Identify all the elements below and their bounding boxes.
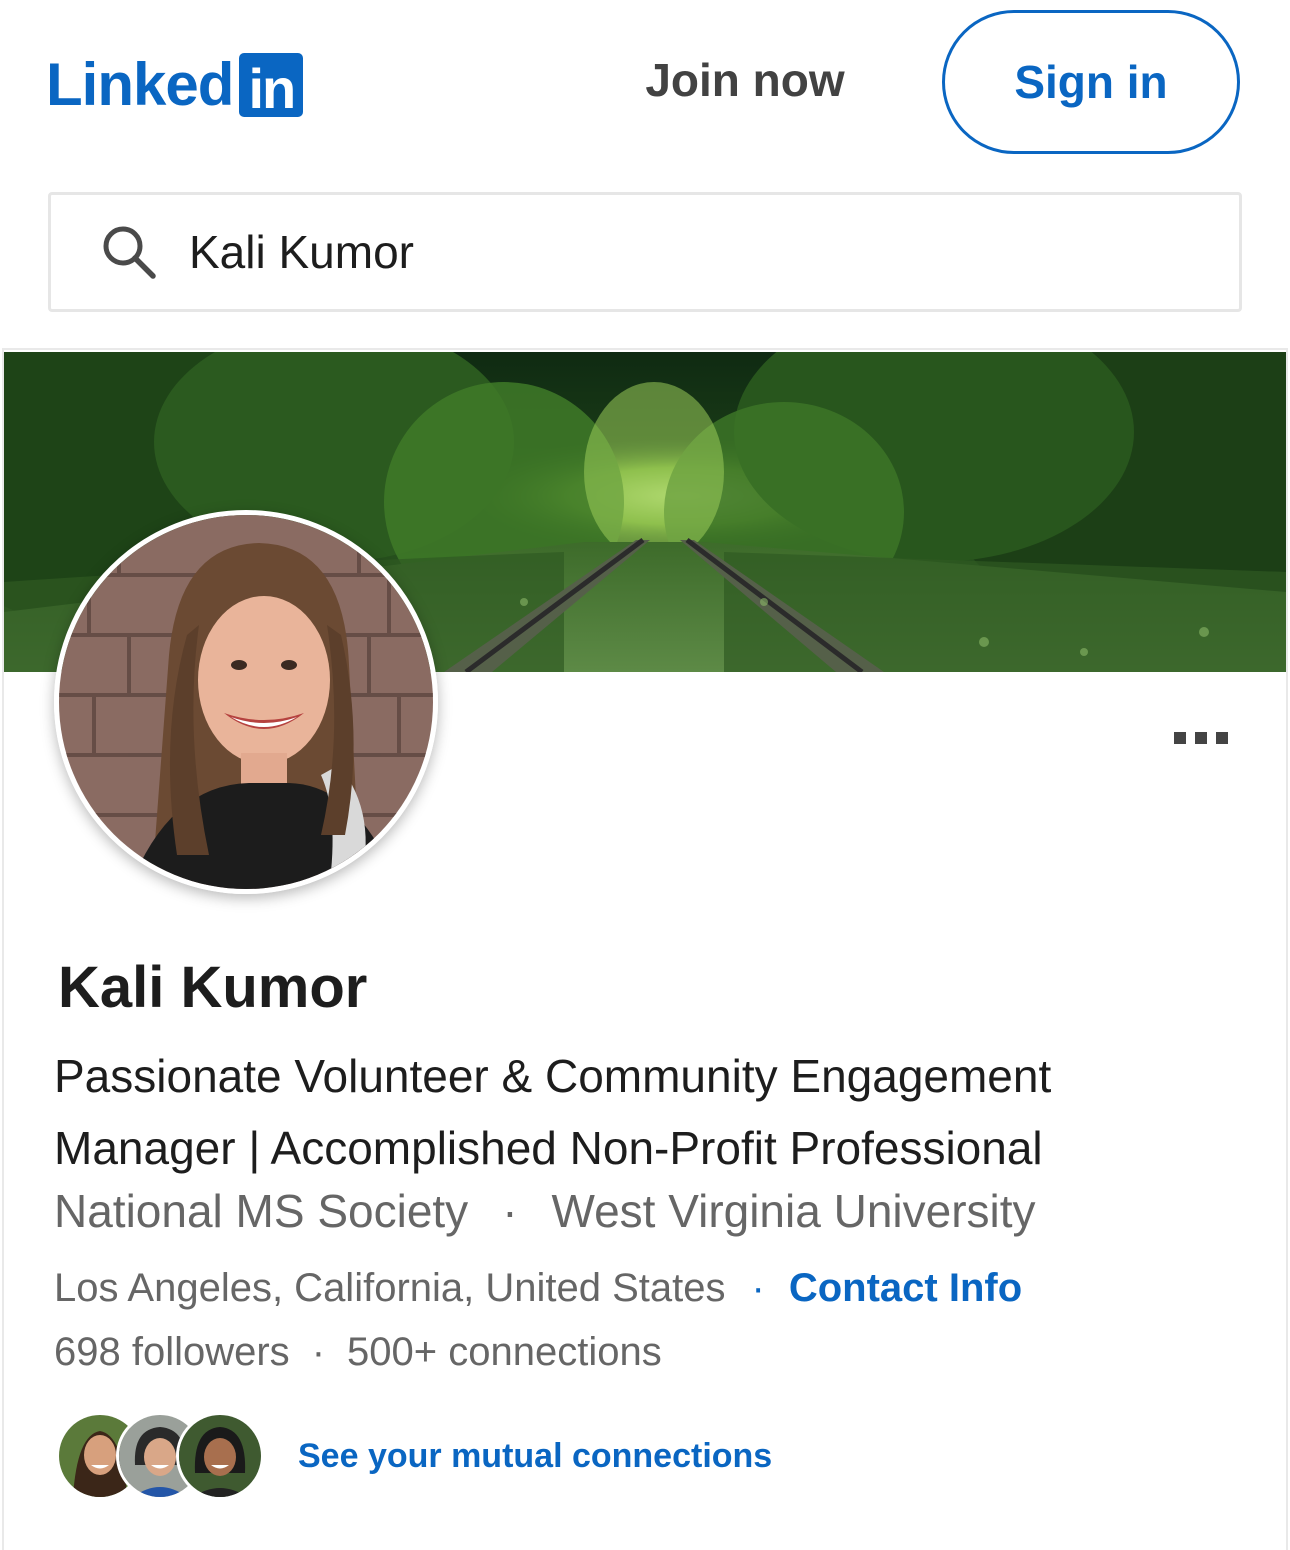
more-dot-icon	[1216, 732, 1228, 744]
more-options-button[interactable]	[1170, 728, 1232, 748]
logo-in-box: in	[239, 53, 304, 120]
contact-info-link[interactable]: Contact Info	[789, 1266, 1022, 1311]
network-stats: 698 followers · 500+ connections	[54, 1330, 662, 1375]
mutual-connections-row[interactable]: See your mutual connections	[56, 1412, 772, 1500]
join-now-link[interactable]: Join now	[620, 50, 870, 110]
see-mutual-connections-link[interactable]: See your mutual connections	[298, 1437, 772, 1476]
education-school[interactable]: West Virginia University	[552, 1184, 1036, 1238]
connections-count: 500+ connections	[347, 1330, 662, 1374]
profile-photo-illustration	[59, 515, 433, 889]
sign-in-button[interactable]: Sign in	[942, 10, 1240, 154]
search-bar[interactable]: Kali Kumor	[48, 192, 1242, 312]
linkedin-logo[interactable]: Linked in	[46, 51, 304, 120]
search-icon	[103, 226, 156, 279]
location-line: Los Angeles, California, United States ·…	[54, 1266, 1022, 1311]
followers-count: 698 followers	[54, 1330, 290, 1374]
more-dot-icon	[1174, 732, 1186, 744]
separator-dot: ·	[751, 1266, 765, 1310]
separator-dot: ·	[502, 1185, 518, 1237]
experience-education-line: National MS Society · West Virginia Univ…	[54, 1184, 1036, 1238]
profile-photo[interactable]	[54, 510, 438, 894]
more-dot-icon	[1195, 732, 1207, 744]
profile-card: Kali Kumor Passionate Volunteer & Commun…	[2, 348, 1288, 1550]
sign-in-label: Sign in	[1014, 56, 1168, 108]
profile-headline: Passionate Volunteer & Community Engagem…	[54, 1050, 1052, 1174]
profile-name: Kali Kumor	[58, 955, 368, 1020]
page: Linked in Join now Sign in Kali Kumor Ka…	[0, 0, 1290, 1550]
profile-location: Los Angeles, California, United States	[54, 1266, 726, 1310]
mutual-connection-avatar	[176, 1412, 264, 1500]
search-input[interactable]: Kali Kumor	[189, 225, 414, 279]
current-employer[interactable]: National MS Society	[54, 1184, 468, 1238]
separator-dot: ·	[311, 1330, 326, 1374]
logo-wordmark: Linked	[46, 51, 234, 118]
